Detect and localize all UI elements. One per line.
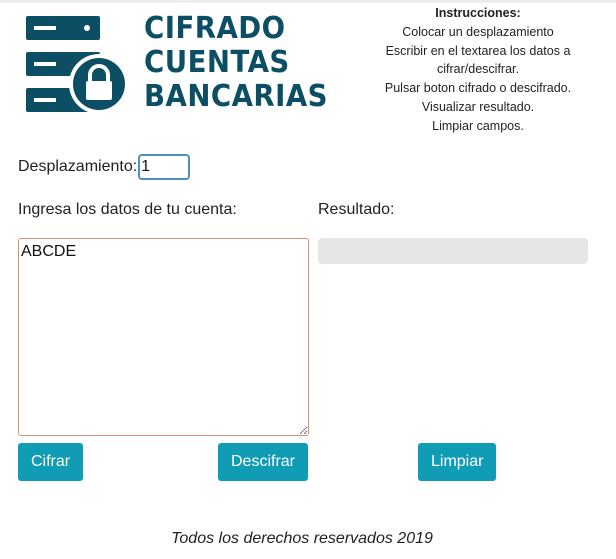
logo-line: CIFRADO <box>144 11 286 46</box>
logo-title: CIFRADO CUENTAS BANCARIAS <box>144 12 344 114</box>
result-label: Resultado: <box>318 201 395 218</box>
shift-label: Desplazamiento: <box>18 158 138 175</box>
instruction-line: Limpiar campos. <box>432 118 524 133</box>
footer-text: Todos los derechos reservados 2019 <box>171 530 433 547</box>
result-output <box>318 238 588 264</box>
instruction-line: Pulsar boton cifrado o descifrado. <box>384 81 572 96</box>
server-lock-icon <box>26 16 129 114</box>
shift-input[interactable] <box>138 154 191 180</box>
instruction-line: Escribir en el textarea los datos a <box>385 43 571 58</box>
input-label: Ingresa los datos de tu cuenta: <box>18 201 237 218</box>
shift-row: Desplazamiento: <box>18 152 191 182</box>
data-textarea[interactable]: ABCDE <box>18 238 309 436</box>
logo-line: CUENTAS <box>144 45 290 80</box>
logo: CIFRADO CUENTAS BANCARIAS <box>26 12 336 118</box>
top-rule <box>0 0 616 3</box>
instructions-panel: Instrucciones: Colocar un desplazamiento… <box>370 4 586 136</box>
instruction-line: Visualizar resultado. <box>421 99 535 114</box>
instructions-title: Instrucciones: <box>435 6 521 20</box>
instruction-line: cifrar/descifrar. <box>437 62 519 77</box>
logo-line: BANCARIAS <box>144 79 329 114</box>
instruction-line: Colocar un desplazamiento <box>402 24 554 39</box>
clear-button[interactable]: Limpiar <box>418 443 496 481</box>
decrypt-button[interactable]: Descifrar <box>218 443 308 481</box>
encrypt-button[interactable]: Cifrar <box>18 443 83 481</box>
